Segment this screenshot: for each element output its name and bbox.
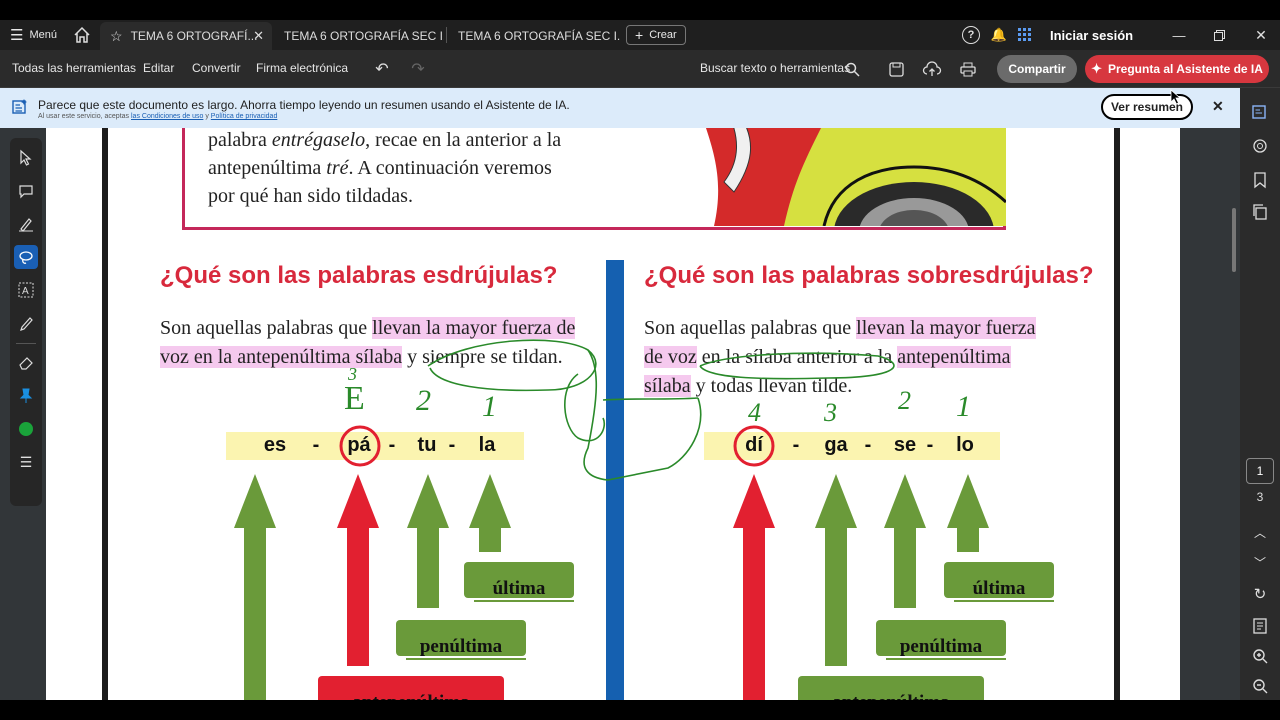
zoom-out-icon[interactable] [1248, 674, 1272, 698]
page-number-current[interactable]: 1 [1246, 458, 1274, 484]
zoom-in-icon[interactable] [1248, 644, 1272, 668]
search-icon[interactable] [842, 59, 862, 79]
banner-legal: Al usar este servicio, aceptas las Condi… [38, 113, 277, 120]
rotate-icon[interactable]: ↻ [1248, 582, 1272, 606]
toolbar-convert[interactable]: Convertir [192, 61, 241, 75]
handwritten-letter: E [344, 380, 365, 417]
scrollbar-thumb[interactable] [1232, 208, 1236, 272]
redo-icon[interactable]: ↷ [408, 59, 428, 79]
star-icon: ☆ [110, 27, 123, 44]
draw-lasso-icon[interactable] [14, 245, 38, 269]
print-icon[interactable] [958, 59, 978, 79]
right-side-panel: 1 3 ︿ ﹀ ↻ [1232, 88, 1280, 700]
select-cursor-icon[interactable] [14, 146, 38, 170]
ai-summary-panel-icon[interactable] [1248, 100, 1272, 124]
plus-icon: + [635, 27, 644, 43]
tab-label: TEMA 6 ORTOGRAFÍ... [130, 29, 258, 43]
tab-document-1[interactable]: ☆ TEMA 6 ORTOGRAFÍ... ✕ [100, 22, 272, 50]
tab-document-2[interactable]: TEMA 6 ORTOGRAFÍA SEC I... [274, 22, 444, 50]
close-banner-icon[interactable]: ✕ [1212, 98, 1224, 115]
page-number-total: 3 [1256, 490, 1264, 504]
tab-document-3[interactable]: TEMA 6 ORTOGRAFÍA SEC I... [448, 22, 620, 50]
document-page-area: palabra entrégaselo, recae en la anterio… [46, 128, 1180, 700]
upload-cloud-icon[interactable] [922, 59, 942, 79]
title-bar: ☰ Menú ☆ TEMA 6 ORTOGRAFÍ... ✕ TEMA 6 OR… [0, 20, 1280, 50]
tab-label: TEMA 6 ORTOGRAFÍA SEC I... [284, 29, 444, 43]
diagram-overlay [234, 339, 989, 700]
restore-icon[interactable] [1210, 26, 1228, 44]
undo-icon[interactable]: ↶ [372, 59, 392, 79]
main-toolbar: Todas las herramientas Editar Convertir … [0, 50, 1280, 88]
mouse-cursor-icon [1168, 88, 1184, 106]
toolbar-e-signature[interactable]: Firma electrónica [256, 61, 348, 75]
create-label: Crear [649, 29, 677, 41]
arrow-es [234, 474, 276, 700]
ai-summary-icon [12, 99, 28, 115]
sign-pen-icon[interactable] [14, 311, 38, 335]
close-tab-icon[interactable]: ✕ [253, 28, 264, 44]
pin-icon[interactable] [14, 384, 38, 408]
highlight-pen-icon[interactable] [14, 212, 38, 236]
bookmark-icon[interactable] [1248, 168, 1272, 192]
more-tools-icon[interactable]: ☰ [14, 450, 38, 474]
comment-icon[interactable] [1248, 134, 1272, 158]
ai-assistant-button[interactable]: ✦ Pregunta al Asistente de IA [1085, 55, 1269, 83]
svg-text:A: A [22, 286, 29, 297]
create-button[interactable]: + Crear [626, 25, 686, 45]
left-tool-panel: A ☰ [10, 138, 42, 506]
arrow-tu [407, 474, 449, 608]
search-tools[interactable]: Buscar texto o herramientas [700, 61, 850, 75]
handwritten-number: 4 [748, 398, 761, 427]
handwritten-number: 1 [956, 390, 971, 423]
privacy-link[interactable]: Política de privacidad [211, 113, 278, 120]
arrow-pa [337, 474, 379, 666]
sign-in-link[interactable]: Iniciar sesión [1050, 20, 1133, 50]
terms-link[interactable]: las Condiciones de uso [131, 113, 203, 120]
page-view-icon[interactable] [1248, 614, 1272, 638]
pages-icon[interactable] [1248, 200, 1272, 224]
close-window-icon[interactable]: ✕ [1252, 26, 1270, 44]
apps-grid-icon[interactable] [1016, 26, 1034, 44]
stress-circle [733, 425, 775, 467]
eraser-icon[interactable] [14, 351, 38, 375]
chevron-down-icon[interactable]: ﹀ [1248, 550, 1272, 574]
handwritten-number: 2 [898, 386, 911, 415]
arrow-la [469, 474, 511, 552]
minimize-icon[interactable]: — [1170, 26, 1188, 44]
stress-circle [339, 425, 381, 467]
legal-prefix: Al usar este servicio, aceptas [38, 113, 130, 120]
chevron-up-icon[interactable]: ︿ [1248, 520, 1272, 544]
tab-label: TEMA 6 ORTOGRAFÍA SEC I... [458, 29, 620, 43]
menu-label: Menú [29, 29, 57, 41]
document-page: palabra entrégaselo, recae en la anterio… [102, 128, 1120, 700]
ai-assistant-icon: ✦ [1091, 61, 1102, 76]
banner-message: Parece que este documento es largo. Ahor… [38, 98, 570, 112]
toolbar-edit[interactable]: Editar [143, 61, 174, 75]
arrow-di [733, 474, 775, 700]
menu-button[interactable]: ☰ Menú [10, 20, 57, 50]
color-picker-green[interactable] [14, 417, 38, 441]
app-window: ☰ Menú ☆ TEMA 6 ORTOGRAFÍ... ✕ TEMA 6 OR… [0, 20, 1280, 700]
arrow-ga [815, 474, 857, 666]
hamburger-icon: ☰ [10, 27, 24, 44]
help-icon[interactable]: ? [962, 26, 980, 44]
share-button[interactable]: Compartir [997, 55, 1077, 83]
ai-summary-banner: Parece que este documento es largo. Ahor… [0, 88, 1240, 128]
arrow-lo [947, 474, 989, 552]
handwritten-number: 2 [416, 384, 431, 417]
save-icon[interactable] [886, 59, 906, 79]
add-comment-icon[interactable] [14, 179, 38, 203]
ai-assistant-label: Pregunta al Asistente de IA [1107, 62, 1263, 76]
legal-and: y [205, 113, 209, 120]
toolbar-all-tools[interactable]: Todas las herramientas [12, 61, 136, 75]
bell-icon[interactable]: 🔔 [990, 26, 1008, 44]
text-box-icon[interactable]: A [14, 278, 38, 302]
handwritten-number: 3 [824, 398, 837, 427]
arrow-se [884, 474, 926, 608]
home-icon[interactable] [72, 25, 92, 45]
handwritten-number: 1 [482, 390, 497, 423]
